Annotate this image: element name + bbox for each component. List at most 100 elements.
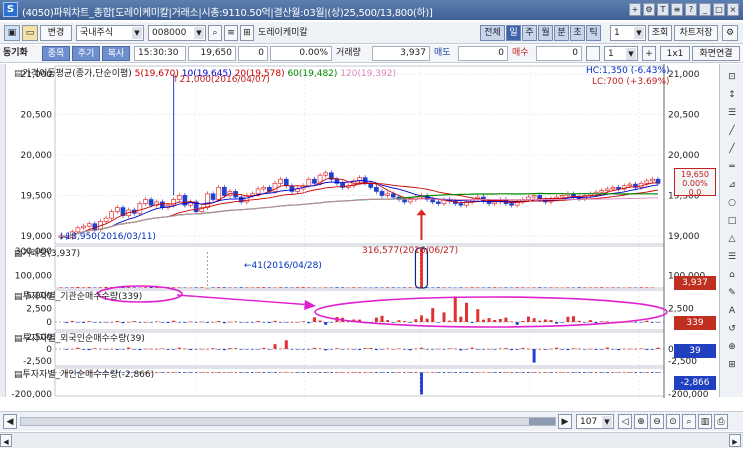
status-left-icon[interactable]: ◀ bbox=[0, 434, 12, 447]
period-tab-2[interactable]: 주 bbox=[522, 25, 537, 41]
window-button-0[interactable]: + bbox=[629, 3, 641, 16]
zoom-in-icon[interactable]: ⊕ bbox=[634, 414, 648, 429]
draw-tool-11-icon[interactable]: ⌂ bbox=[724, 268, 740, 282]
foreign-bar bbox=[425, 349, 429, 350]
status-right-icon[interactable]: ▶ bbox=[729, 434, 741, 447]
inst-bar bbox=[93, 322, 97, 323]
highlight-arrow-line bbox=[176, 294, 313, 306]
search-button[interactable]: 조회 bbox=[648, 25, 672, 41]
scrollbar-thumb[interactable] bbox=[529, 418, 555, 425]
ratio-button[interactable]: 1x1 bbox=[660, 46, 690, 61]
tab-copy[interactable]: 복사 bbox=[102, 46, 130, 61]
folder-icon[interactable]: ▭ bbox=[22, 25, 38, 41]
indiv-bar bbox=[245, 372, 249, 373]
draw-tool-0-icon[interactable]: ⊡ bbox=[724, 70, 740, 84]
foreign-bar bbox=[453, 348, 457, 350]
draw-tool-13-icon[interactable]: A bbox=[724, 304, 740, 318]
sync-label[interactable]: 동기화 bbox=[3, 46, 28, 61]
chevron-down-icon[interactable]: ▼ bbox=[602, 416, 612, 428]
current-price-value: 19,650 bbox=[681, 170, 709, 179]
inst-bar bbox=[250, 322, 254, 323]
window-button-2[interactable]: T bbox=[657, 3, 669, 16]
save-chart-button[interactable]: 차트저장 bbox=[674, 25, 718, 41]
pane-icon[interactable]: ▤ bbox=[14, 69, 23, 79]
period-tab-4[interactable]: 분 bbox=[554, 25, 569, 41]
link-icon[interactable]: ⊞ bbox=[240, 25, 254, 41]
screen-link-button[interactable]: 화면연결 bbox=[692, 46, 740, 61]
foreign-bar bbox=[605, 347, 609, 349]
window-button-5[interactable]: _ bbox=[699, 3, 711, 16]
change-button[interactable]: 변경 bbox=[40, 25, 72, 41]
draw-tool-2-icon[interactable]: ☰ bbox=[724, 106, 740, 120]
count-select[interactable]: 1 ▼ bbox=[604, 46, 638, 61]
high-annotation: ↑21,000(2016/04/07) bbox=[172, 75, 270, 85]
chevron-down-icon[interactable]: ▼ bbox=[132, 27, 142, 39]
pane-icon[interactable]: ▤ bbox=[14, 334, 23, 344]
chevron-down-icon[interactable]: ▼ bbox=[634, 27, 644, 39]
indiv-bar bbox=[279, 372, 283, 373]
fit-icon[interactable]: ▥ bbox=[698, 414, 712, 429]
current-price-rate: 0.00% bbox=[682, 179, 708, 188]
draw-tool-8-icon[interactable]: □ bbox=[724, 214, 740, 228]
draw-tool-10-icon[interactable]: ☰ bbox=[724, 250, 740, 264]
inst-bar bbox=[425, 318, 429, 322]
period-tab-5[interactable]: 초 bbox=[570, 25, 585, 41]
draw-tool-4-icon[interactable]: ╱ bbox=[724, 142, 740, 156]
tab-stock[interactable]: 종목 bbox=[42, 46, 70, 61]
pane-icon[interactable]: ▤ bbox=[14, 292, 23, 302]
zoom-reset-icon[interactable]: ⊙ bbox=[666, 414, 680, 429]
prev-icon[interactable]: ◁ bbox=[618, 414, 632, 429]
scroll-right-icon[interactable]: ▶ bbox=[558, 414, 572, 429]
period-tab-3[interactable]: 월 bbox=[538, 25, 553, 41]
draw-tool-9-icon[interactable]: △ bbox=[724, 232, 740, 246]
draw-tool-14-icon[interactable]: ↺ bbox=[724, 322, 740, 336]
pane-icon[interactable]: ▤ bbox=[14, 370, 23, 380]
interval-select[interactable]: 1 ▼ bbox=[610, 25, 646, 41]
draw-tool-5-icon[interactable]: ═ bbox=[724, 160, 740, 174]
code-input[interactable]: 008000 ▼ bbox=[148, 25, 206, 41]
draw-tool-6-icon[interactable]: ⊿ bbox=[724, 178, 740, 192]
price-tick-right: 19,000 bbox=[668, 232, 700, 242]
magnify-icon[interactable]: ⌕ bbox=[682, 414, 696, 429]
chart-area[interactable]: 21,000 21,00020,500 20,50020,000 20,00019,5… bbox=[7, 64, 718, 398]
window-button-7[interactable]: × bbox=[727, 3, 739, 16]
draw-tool-16-icon[interactable]: ⊞ bbox=[724, 358, 740, 372]
period-tab-0[interactable]: 전체 bbox=[480, 25, 505, 41]
indiv-bar bbox=[341, 371, 345, 373]
period-tab-6[interactable]: 틱 bbox=[586, 25, 601, 41]
market-select[interactable]: 국내주식 ▼ bbox=[76, 25, 144, 41]
volume-bar bbox=[307, 287, 311, 288]
draw-tool-7-icon[interactable]: ○ bbox=[724, 196, 740, 210]
checkbox[interactable] bbox=[586, 46, 600, 61]
settings-icon[interactable]: ⚙ bbox=[722, 25, 738, 41]
draw-tool-12-icon[interactable]: ✎ bbox=[724, 286, 740, 300]
draw-tool-15-icon[interactable]: ⊕ bbox=[724, 340, 740, 354]
chevron-down-icon[interactable]: ▼ bbox=[626, 48, 636, 60]
horizontal-scrollbar[interactable] bbox=[20, 417, 556, 426]
inst-bar bbox=[543, 319, 547, 322]
foreign-bar bbox=[93, 348, 97, 349]
pane-icon[interactable]: ▤ bbox=[14, 249, 23, 259]
draw-tool-3-icon[interactable]: ╱ bbox=[724, 124, 740, 138]
list-icon[interactable]: ≡ bbox=[224, 25, 238, 41]
zoom-out-icon[interactable]: ⊖ bbox=[650, 414, 664, 429]
scroll-count-field[interactable]: 107 ▼ bbox=[576, 414, 614, 429]
volume-bar bbox=[250, 287, 254, 289]
chevron-down-icon[interactable]: ▼ bbox=[194, 27, 204, 39]
inst-bar bbox=[82, 322, 86, 324]
search-icon[interactable]: ⌕ bbox=[208, 25, 222, 41]
period-tab-1[interactable]: 일 bbox=[506, 25, 521, 41]
scroll-left-icon[interactable]: ◀ bbox=[3, 414, 17, 429]
tab-period[interactable]: 주기 bbox=[72, 46, 100, 61]
foreign-bar bbox=[600, 349, 604, 350]
draw-tool-1-icon[interactable]: ↕ bbox=[724, 88, 740, 102]
foreign-bar bbox=[262, 347, 266, 349]
left-splitter[interactable] bbox=[0, 64, 6, 397]
window-button-1[interactable]: ⚙ bbox=[643, 3, 655, 16]
layout-icon[interactable]: ▣ bbox=[4, 25, 20, 41]
window-button-6[interactable]: □ bbox=[713, 3, 725, 16]
print-icon[interactable]: ⎙ bbox=[714, 414, 728, 429]
window-button-4[interactable]: ? bbox=[685, 3, 697, 16]
window-button-3[interactable]: ≡ bbox=[671, 3, 683, 16]
add-icon[interactable]: + bbox=[642, 46, 656, 61]
